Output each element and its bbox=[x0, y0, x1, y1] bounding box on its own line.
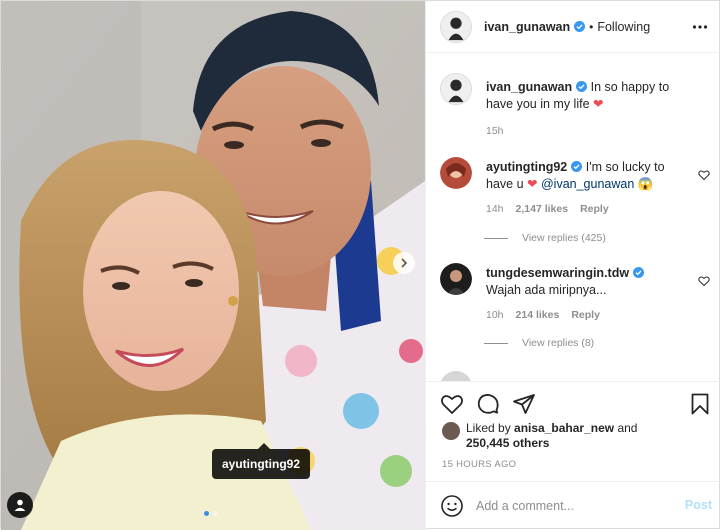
next-photo-button[interactable] bbox=[393, 252, 415, 274]
comment-item-partial bbox=[440, 371, 710, 381]
like-comment-icon[interactable] bbox=[698, 169, 710, 181]
comment-meta: 14h 2,147 likes Reply bbox=[486, 203, 609, 215]
photo-tag-bubble[interactable]: ayutingting92 bbox=[212, 443, 311, 479]
view-replies-label: View replies (425) bbox=[522, 232, 606, 244]
header-separator: • bbox=[589, 19, 594, 34]
post-header: ivan_gunawan • Following bbox=[426, 1, 720, 53]
liker-avatar[interactable] bbox=[442, 422, 460, 440]
scream-emoji: 😱 bbox=[637, 177, 654, 191]
comment-icon[interactable] bbox=[476, 392, 500, 416]
user-tag-icon bbox=[14, 499, 26, 511]
following-button[interactable]: Following bbox=[597, 20, 650, 34]
comment-text: Wajah ada miripnya... bbox=[486, 283, 607, 297]
comment-body: tungdesemwaringin.tdw Wajah ada miripnya… bbox=[486, 265, 696, 299]
post-actions-bar bbox=[426, 381, 720, 421]
heart-emoji: ❤ bbox=[527, 177, 538, 191]
caption-username[interactable]: ivan_gunawan bbox=[486, 80, 572, 94]
view-replies-button[interactable]: View replies (425) bbox=[484, 232, 606, 244]
verified-badge-icon bbox=[576, 81, 588, 92]
next-arrow-icon bbox=[401, 258, 408, 268]
posted-time[interactable]: 15 HOURS AGO bbox=[442, 459, 516, 470]
carousel-indicator bbox=[204, 511, 218, 516]
view-replies-label: View replies (8) bbox=[522, 337, 595, 349]
likes-text: Liked by anisa_bahar_new and 250,445 oth… bbox=[466, 421, 637, 451]
instagram-post: ayutingting92 ivan_gunawan • Following i… bbox=[0, 0, 720, 530]
caption-body: ivan_gunawan In so happy to have you in … bbox=[486, 79, 686, 113]
header-author: ivan_gunawan • Following bbox=[484, 20, 650, 34]
post-side-panel: ivan_gunawan • Following ivan_gunawan In… bbox=[425, 1, 720, 530]
comment-time[interactable]: 10h bbox=[486, 309, 504, 321]
post-photo[interactable]: ayutingting92 bbox=[1, 1, 425, 530]
likes-count[interactable]: 250,445 others bbox=[466, 436, 549, 450]
share-icon[interactable] bbox=[512, 392, 536, 416]
carousel-dot bbox=[213, 511, 218, 516]
like-comment-icon[interactable] bbox=[698, 275, 710, 287]
show-tags-button[interactable] bbox=[7, 492, 33, 518]
caption-meta: 15h bbox=[486, 125, 504, 137]
liked-by-prefix: Liked by bbox=[466, 421, 511, 435]
caption-time[interactable]: 15h bbox=[486, 125, 504, 137]
comment-time[interactable]: 14h bbox=[486, 203, 504, 215]
commenter-avatar[interactable] bbox=[440, 371, 472, 381]
reply-button[interactable]: Reply bbox=[580, 203, 609, 215]
avatar-image bbox=[441, 11, 471, 42]
view-replies-button[interactable]: View replies (8) bbox=[484, 337, 594, 349]
commenter-avatar[interactable] bbox=[440, 157, 472, 189]
avatar-image bbox=[440, 157, 472, 189]
comment-input[interactable] bbox=[476, 499, 666, 513]
reply-button[interactable]: Reply bbox=[571, 309, 600, 321]
avatar-image bbox=[441, 74, 471, 104]
comment-body: ayutingting92 I'm so lucky to have u ❤ @… bbox=[486, 159, 686, 193]
emoji-icon[interactable] bbox=[440, 494, 464, 518]
comment-meta: 10h 214 likes Reply bbox=[486, 309, 600, 321]
comment-item: tungdesemwaringin.tdw Wajah ada miripnya… bbox=[440, 263, 710, 363]
caption-avatar[interactable] bbox=[440, 73, 472, 105]
comment-likes[interactable]: 2,147 likes bbox=[516, 203, 569, 215]
likes-summary: Liked by anisa_bahar_new and 250,445 oth… bbox=[442, 421, 712, 451]
comments-list[interactable]: ivan_gunawan In so happy to have you in … bbox=[426, 53, 720, 381]
photo-tag-label: ayutingting92 bbox=[222, 457, 301, 471]
author-avatar[interactable] bbox=[440, 10, 472, 43]
verified-badge-icon bbox=[633, 267, 645, 278]
comment-username[interactable]: ayutingting92 bbox=[486, 160, 567, 174]
post-comment-button[interactable]: Post bbox=[685, 498, 712, 512]
comment-mention-link[interactable]: @ivan_gunawan bbox=[541, 177, 634, 191]
more-options-icon[interactable] bbox=[692, 19, 708, 35]
comment-likes[interactable]: 214 likes bbox=[516, 309, 560, 321]
verified-badge-icon bbox=[574, 21, 586, 32]
author-username[interactable]: ivan_gunawan bbox=[484, 20, 570, 34]
verified-badge-icon bbox=[571, 161, 583, 172]
bookmark-icon[interactable] bbox=[688, 392, 712, 416]
liked-by-and: and bbox=[617, 421, 638, 435]
like-heart-icon[interactable] bbox=[440, 392, 464, 416]
comment-username[interactable]: tungdesemwaringin.tdw bbox=[486, 266, 629, 280]
liker-username[interactable]: anisa_bahar_new bbox=[514, 421, 614, 435]
comment-item: ayutingting92 I'm so lucky to have u ❤ @… bbox=[440, 157, 710, 257]
carousel-dot-active bbox=[204, 511, 209, 516]
caption: ivan_gunawan In so happy to have you in … bbox=[440, 73, 710, 143]
avatar-image bbox=[440, 263, 472, 295]
heart-emoji: ❤ bbox=[593, 97, 604, 111]
add-comment-bar: Post bbox=[426, 481, 720, 530]
commenter-avatar[interactable] bbox=[440, 263, 472, 295]
